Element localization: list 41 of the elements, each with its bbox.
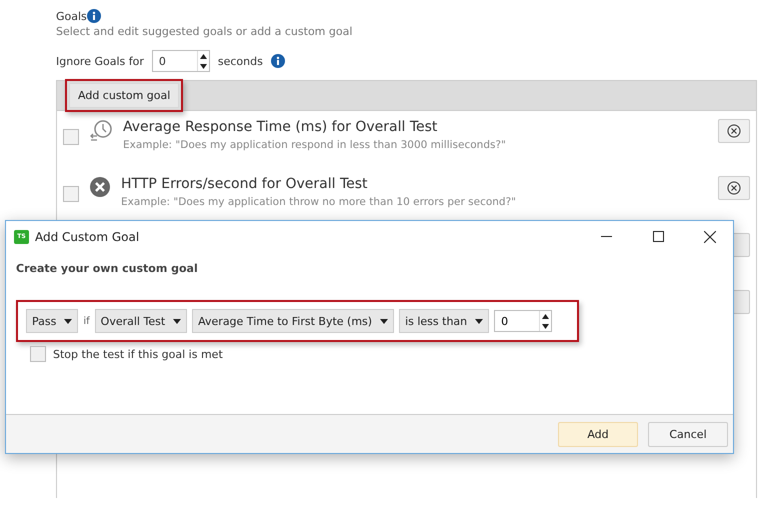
seconds-spinner[interactable]: 0 (152, 50, 210, 72)
spin-arrows-icon[interactable] (196, 51, 209, 71)
stop-checkbox[interactable] (30, 346, 46, 362)
if-label: if (83, 316, 90, 326)
dialog-button[interactable]: Cancel (648, 422, 728, 446)
close-icon (704, 230, 716, 242)
maximize-icon (652, 231, 664, 242)
goal-example: Example: "Does my application respond in less than 3000 milliseconds?" (123, 139, 507, 151)
dialog-heading: Create your own custom goal (16, 262, 199, 275)
remove-goal-button[interactable] (718, 119, 750, 143)
minimize-icon (600, 236, 612, 237)
close-circle-icon (727, 181, 741, 195)
remove-goal-button[interactable] (718, 176, 750, 200)
caret-icon (64, 318, 72, 324)
operator-dropdown[interactable]: is less than (399, 309, 490, 333)
info-icon (270, 54, 285, 68)
threshold-spinner[interactable]: 0 (494, 310, 552, 332)
goal-checkbox[interactable] (63, 129, 79, 145)
ignore-label: Ignore Goals for (56, 54, 144, 68)
goal-checkbox[interactable] (63, 186, 79, 202)
caret-icon (475, 318, 484, 324)
clock-arrows-icon (89, 119, 113, 143)
unit-label: seconds (218, 54, 263, 68)
dialog-title: Add Custom Goal (35, 230, 140, 244)
section-title: Goals (56, 10, 87, 22)
goal-title: Average Response Time (ms) for Overall Test (123, 119, 438, 135)
result-dropdown[interactable]: Pass (26, 309, 78, 333)
error-icon (89, 176, 111, 198)
scope-dropdown[interactable]: Overall Test (94, 309, 188, 333)
section-subtitle: Select and edit suggested goals or add a custom goal (56, 25, 354, 38)
info-icon (86, 9, 101, 23)
metric-dropdown[interactable]: Average Time to First Byte (ms) (192, 309, 394, 333)
dialog-button[interactable]: Add (558, 422, 638, 446)
stop-label: Stop the test if this goal is met (53, 348, 223, 360)
goal-title: HTTP Errors/second for Overall Test (121, 176, 369, 192)
close-circle-icon (727, 124, 741, 138)
caret-icon (173, 318, 182, 324)
add-custom-goal-button[interactable]: Add custom goal (69, 83, 180, 108)
caret-icon (380, 318, 388, 324)
spin-arrows-icon[interactable] (539, 311, 552, 331)
goal-example: Example: "Does my application throw no more than 10 errors per second?" (121, 196, 517, 208)
